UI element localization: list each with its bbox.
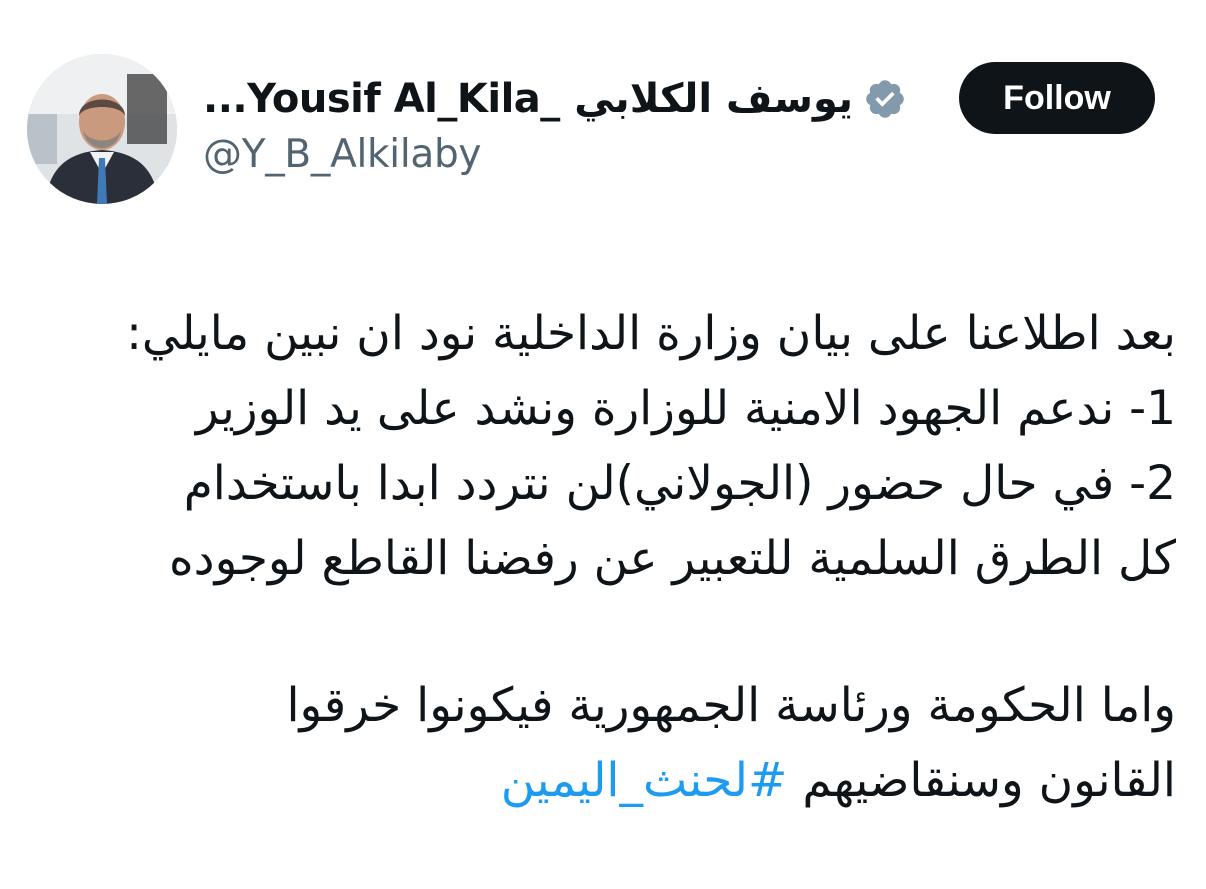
follow-button[interactable]: Follow (959, 62, 1155, 134)
tweet-line-text: القانون وسنقاضيهم (802, 753, 1176, 808)
tweet-text: بعد اطلاعنا على بيان وزارة الداخلية نود … (40, 296, 1176, 818)
verified-badge-icon (866, 80, 904, 118)
tweet-line-with-hashtag: القانون وسنقاضيهم #لحنث_اليمين (40, 743, 1176, 818)
tweet-line: بعد اطلاعنا على بيان وزارة الداخلية نود … (126, 306, 1176, 361)
profile-photo (27, 54, 177, 204)
tweet-line: واما الحكومة ورئاسة الجمهورية فيكونوا خر… (286, 678, 1176, 733)
author-handle[interactable]: @Y_B_Alkilaby (203, 132, 943, 177)
hashtag-link[interactable]: #لحنث_اليمين (501, 753, 788, 808)
tweet-line: كل الطرق السلمية للتعبير عن رفضنا القاطع… (169, 531, 1176, 586)
avatar[interactable] (27, 54, 177, 204)
tweet-line: 2- في حال حضور (الجولاني)لن نتردد ابدا ب… (183, 456, 1176, 511)
tweet-line: 1- ندعم الجهود الامنية للوزارة ونشد على … (195, 381, 1176, 436)
author-display-name[interactable]: يوسف الكلابي _Yousif Al_Kila... (203, 76, 854, 122)
